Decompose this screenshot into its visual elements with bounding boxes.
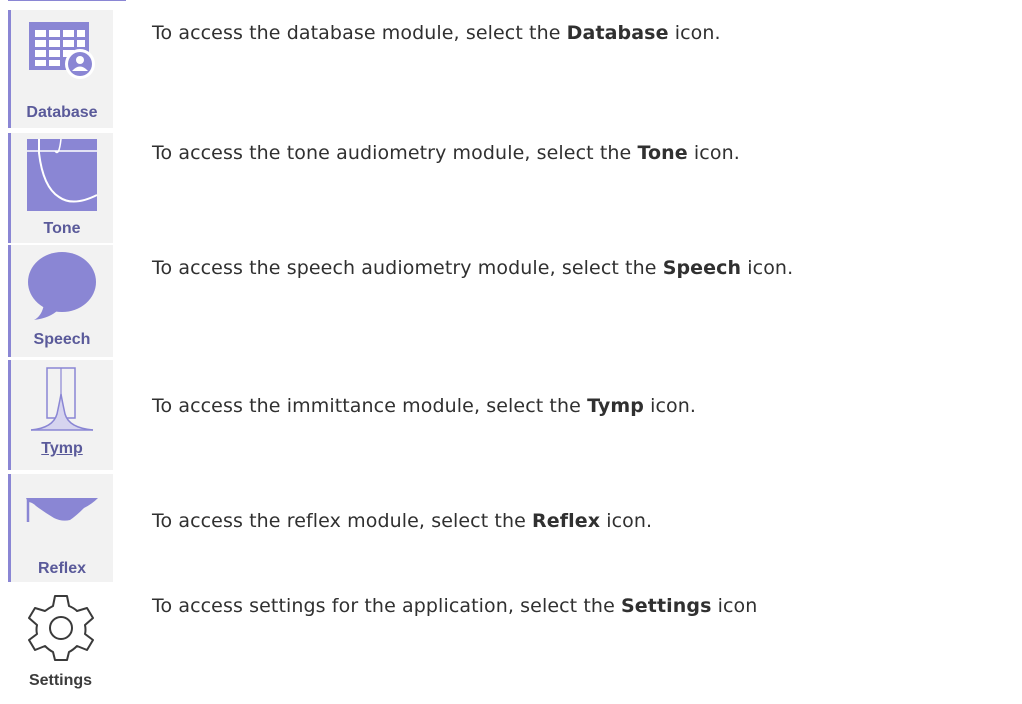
speech-button[interactable]: Speech bbox=[8, 245, 113, 357]
description-keyword: Reflex bbox=[532, 510, 601, 532]
tone-button[interactable]: Tone bbox=[8, 133, 113, 243]
tymp-icon bbox=[25, 364, 99, 442]
top-divider bbox=[8, 0, 126, 1]
description-text: icon. bbox=[687, 142, 740, 164]
reflex-button[interactable]: Reflex bbox=[8, 474, 113, 582]
description-text: icon. bbox=[643, 395, 697, 417]
database-icon bbox=[25, 20, 99, 84]
module-guide: Database Tone Speech Tymp Reflex Setting… bbox=[0, 0, 1022, 704]
description-keyword: Database bbox=[566, 22, 669, 44]
description-text: To access the reflex module, select the bbox=[152, 510, 533, 532]
database-label: Database bbox=[26, 104, 98, 121]
reflex-description: To access the reflex module, select the … bbox=[152, 510, 652, 532]
tone-description: To access the tone audiometry module, se… bbox=[152, 142, 740, 164]
description-text: To access the tone audiometry module, se… bbox=[152, 142, 638, 164]
settings-button[interactable]: Settings bbox=[8, 586, 113, 696]
description-text: icon. bbox=[600, 510, 653, 532]
tone-label: Tone bbox=[43, 220, 81, 237]
database-button[interactable]: Database bbox=[8, 10, 113, 128]
reflex-icon bbox=[22, 494, 102, 538]
description-text: icon bbox=[711, 595, 758, 617]
speech-icon bbox=[24, 250, 100, 326]
settings-description: To access settings for the application, … bbox=[152, 595, 757, 617]
speech-label: Speech bbox=[33, 331, 91, 348]
description-text: To access settings for the application, … bbox=[152, 595, 621, 617]
description-text: To access the speech audiometry module, … bbox=[152, 257, 663, 279]
tone-icon bbox=[25, 137, 99, 217]
tymp-label: Tymp bbox=[41, 440, 83, 457]
tymp-description: To access the immittance module, select … bbox=[152, 395, 696, 417]
description-keyword: Tone bbox=[637, 142, 688, 164]
description-text: To access the database module, select th… bbox=[152, 22, 567, 44]
description-keyword: Settings bbox=[621, 595, 712, 617]
database-description: To access the database module, select th… bbox=[152, 22, 721, 44]
settings-label: Settings bbox=[28, 672, 93, 689]
tymp-button[interactable]: Tymp bbox=[8, 360, 113, 470]
description-text: icon. bbox=[668, 22, 721, 44]
description-keyword: Speech bbox=[662, 257, 742, 279]
reflex-label: Reflex bbox=[37, 560, 87, 577]
speech-description: To access the speech audiometry module, … bbox=[152, 257, 793, 279]
description-text: icon. bbox=[741, 257, 794, 279]
description-text: To access the immittance module, select … bbox=[152, 395, 588, 417]
gear-icon bbox=[25, 590, 97, 666]
description-keyword: Tymp bbox=[587, 395, 644, 417]
